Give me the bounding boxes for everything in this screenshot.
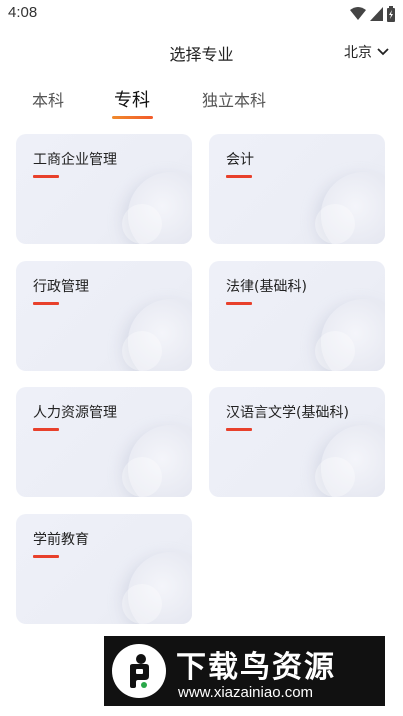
title-accent-bar	[33, 555, 59, 558]
watermark-url: www.xiazainiao.com	[178, 684, 314, 701]
major-title: 法律(基础科)	[226, 279, 307, 295]
title-accent-bar	[33, 175, 59, 178]
card-decoration	[315, 331, 355, 371]
major-card[interactable]: 行政管理	[16, 261, 192, 371]
major-title: 行政管理	[33, 279, 89, 295]
major-card[interactable]: 人力资源管理	[16, 387, 192, 497]
title-accent-bar	[226, 428, 252, 431]
card-decoration	[315, 204, 355, 244]
major-title: 工商企业管理	[33, 152, 117, 168]
header: 选择专业 北京	[0, 36, 403, 68]
city-label: 北京	[344, 45, 372, 61]
card-decoration	[122, 331, 162, 371]
title-accent-bar	[226, 175, 252, 178]
major-title: 汉语言文学(基础科)	[226, 405, 349, 421]
major-title: 人力资源管理	[33, 405, 117, 421]
major-card[interactable]: 法律(基础科)	[209, 261, 385, 371]
title-accent-bar	[33, 428, 59, 431]
tab-independent-undergraduate[interactable]: 独立本科	[202, 87, 266, 111]
status-icons	[350, 6, 395, 22]
chevron-down-icon	[377, 48, 389, 56]
card-decoration	[122, 457, 162, 497]
major-card[interactable]: 工商企业管理	[16, 134, 192, 244]
tab-active-indicator	[112, 116, 153, 119]
card-decoration	[122, 204, 162, 244]
watermark-title: 下载鸟资源	[176, 650, 336, 685]
tab-undergraduate[interactable]: 本科	[32, 87, 64, 111]
major-card[interactable]: 学前教育	[16, 514, 192, 624]
wifi-icon	[350, 7, 366, 20]
major-card[interactable]: 汉语言文学(基础科)	[209, 387, 385, 497]
card-decoration	[315, 457, 355, 497]
title-accent-bar	[33, 302, 59, 305]
major-card[interactable]: 会计	[209, 134, 385, 244]
watermark-banner: 下载鸟资源 www.xiazainiao.com	[104, 636, 385, 706]
major-title: 学前教育	[33, 532, 89, 548]
city-selector[interactable]: 北京	[344, 42, 389, 62]
status-bar: 4:08	[0, 0, 403, 30]
bird-logo-icon	[112, 644, 166, 698]
tab-bar: 本科 专科 独立本科	[0, 84, 403, 124]
signal-icon	[370, 7, 383, 21]
page-title: 选择专业	[169, 45, 234, 64]
tab-junior-college[interactable]: 专科	[114, 86, 150, 112]
bird-icon	[130, 654, 149, 688]
status-time: 4:08	[8, 4, 38, 21]
card-decoration	[122, 584, 162, 624]
battery-icon	[387, 6, 395, 22]
title-accent-bar	[226, 302, 252, 305]
major-title: 会计	[226, 152, 254, 168]
